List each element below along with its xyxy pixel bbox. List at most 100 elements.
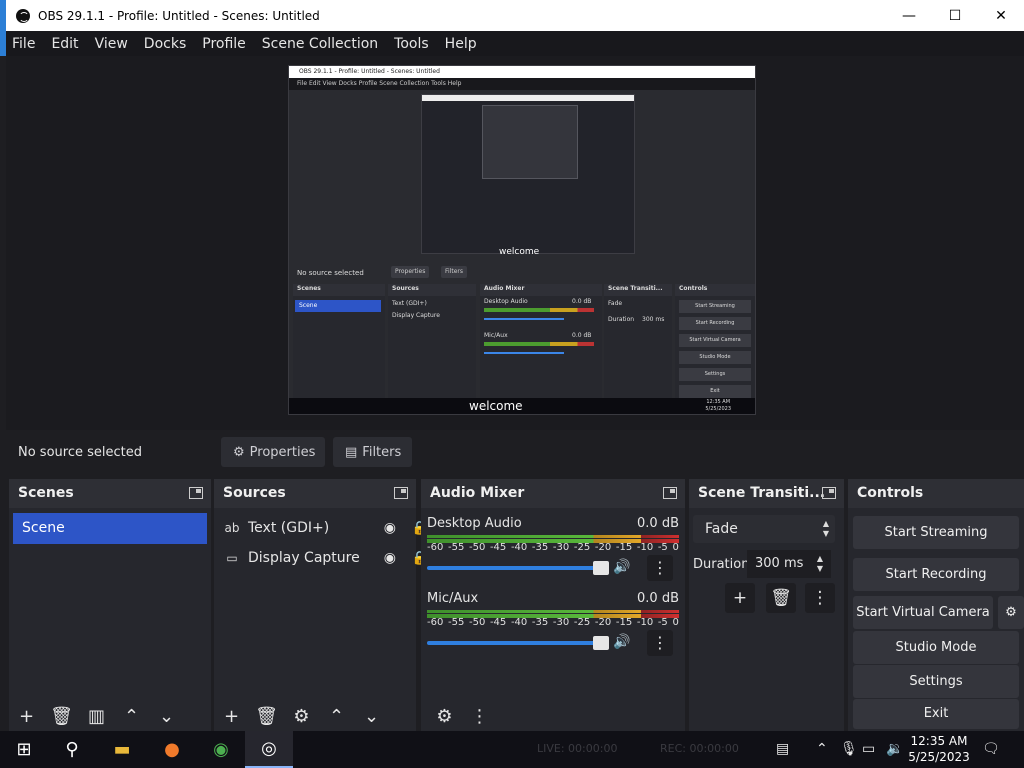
search-icon[interactable]: ⚲ — [48, 731, 96, 768]
move-up-button[interactable]: ⌃ — [319, 701, 354, 731]
scene-transitions-dock: Scene Transiti... Fade ▲ ▼ Duration 300 m… — [689, 479, 844, 731]
exit-button[interactable]: Exit — [853, 699, 1019, 729]
start-recording-button[interactable]: Start Recording — [853, 558, 1019, 591]
start-streaming-button[interactable]: Start Streaming — [853, 516, 1019, 549]
close-button[interactable]: ✕ — [978, 0, 1024, 31]
transition-select[interactable]: Fade ▲ ▼ — [693, 515, 835, 543]
remove-scene-button[interactable]: 🗑 — [44, 701, 79, 731]
maximize-button[interactable]: ☐ — [932, 0, 978, 31]
scene-item[interactable]: Scene — [13, 513, 207, 544]
start-virtual-camera-button[interactable]: Start Virtual Camera — [853, 596, 993, 629]
nested-transitions-panel: Scene Transiti... Fade Duration 300 ms — [604, 284, 672, 398]
advanced-audio-button[interactable]: ⚙ — [427, 701, 462, 731]
undock-icon[interactable] — [663, 487, 677, 499]
notification-icon[interactable]: 🗨 — [982, 741, 1000, 757]
system-clock[interactable]: 12:35 AM 5/25/2023 — [904, 733, 974, 765]
menu-edit[interactable]: Edit — [51, 36, 78, 52]
speaker-icon[interactable]: 🔊 — [613, 559, 630, 575]
sources-dock: Sources ab Text (GDI+) ◉ 🔒 ▭ Display Cap… — [214, 479, 429, 731]
nested-welcome-text: welcome — [499, 247, 540, 257]
channel-db: 0.0 dB — [637, 516, 679, 531]
source-toolbar — [6, 430, 1024, 476]
scenes-toolbar: + 🗑 ▥ ⌃ ⌄ — [9, 701, 211, 731]
minimize-button[interactable]: — — [886, 0, 932, 31]
firefox-icon[interactable]: ● — [148, 731, 196, 768]
controls-dock: Controls Start Streaming Start Recording… — [848, 479, 1024, 731]
properties-button[interactable]: ⚙ Properties — [221, 437, 325, 467]
menu-tools[interactable]: Tools — [394, 36, 429, 52]
speaker-icon[interactable]: 🔊 — [613, 634, 630, 650]
chrome-icon[interactable]: ◉ — [197, 731, 245, 768]
undock-icon[interactable] — [394, 487, 408, 499]
filter-icon: ▤ — [345, 444, 358, 460]
sources-title: Sources — [214, 479, 416, 508]
move-down-button[interactable]: ⌄ — [149, 701, 184, 731]
source-status: No source selected — [18, 445, 142, 460]
undock-icon[interactable] — [822, 487, 836, 499]
window-title: OBS 29.1.1 - Profile: Untitled - Scenes:… — [38, 8, 320, 23]
menu-profile[interactable]: Profile — [202, 36, 246, 52]
network-icon[interactable]: ▭ — [862, 741, 875, 757]
menu-view[interactable]: View — [95, 36, 128, 52]
settings-button[interactable]: Settings — [853, 665, 1019, 698]
nested-no-source: No source selected — [297, 269, 364, 277]
windows-start-icon[interactable]: ⊞ — [0, 731, 48, 768]
menu-scene-collection[interactable]: Scene Collection — [262, 36, 378, 52]
stepper-icon[interactable]: ▲ ▼ — [817, 550, 823, 574]
title-bar: OBS 29.1.1 - Profile: Untitled - Scenes:… — [0, 0, 1024, 31]
menu-docks[interactable]: Docks — [144, 36, 186, 52]
file-explorer-icon[interactable]: ▬ — [98, 731, 146, 768]
volume-slider[interactable] — [427, 636, 609, 650]
source-item-text[interactable]: ab Text (GDI+) ◉ 🔒 — [224, 515, 429, 541]
volume-icon[interactable]: 🔉 — [886, 741, 903, 757]
nested-screen — [421, 94, 635, 254]
chevron-up-icon[interactable]: ⌃ — [816, 741, 828, 757]
channel-db: 0.0 dB — [637, 591, 679, 606]
audio-menu-button[interactable]: ⋮ — [462, 701, 497, 731]
preview-canvas[interactable]: OBS 29.1.1 - Profile: Untitled - Scenes:… — [288, 65, 756, 415]
transition-menu-button[interactable]: ⋮ — [805, 583, 835, 613]
add-transition-button[interactable]: + — [725, 583, 755, 613]
channel-menu-button[interactable]: ⋮ — [647, 630, 673, 656]
nested-title: OBS 29.1.1 - Profile: Untitled - Scenes:… — [289, 66, 755, 78]
nested-inner-screen — [482, 105, 578, 179]
duration-label: Duration — [693, 557, 750, 572]
scene-filters-button[interactable]: ▥ — [79, 701, 114, 731]
filters-button[interactable]: ▤ Filters — [333, 437, 412, 467]
channel-menu-button[interactable]: ⋮ — [647, 555, 673, 581]
add-source-button[interactable]: + — [214, 701, 249, 731]
volume-slider[interactable] — [427, 561, 609, 575]
move-down-button[interactable]: ⌄ — [354, 701, 389, 731]
nested-audio-panel: Audio Mixer Desktop Audio 0.0 dB Mic/Aux… — [480, 284, 602, 398]
meter-scale: -60 -55 -50 -45 -40 -35 -30 -25 -20 -15 -10 -5 0 — [427, 617, 679, 628]
chevron-updown-icon: ▲ ▼ — [822, 519, 829, 538]
remove-transition-button[interactable]: 🗑 — [766, 583, 796, 613]
source-properties-button[interactable]: ⚙ — [284, 701, 319, 731]
menu-file[interactable]: File — [12, 36, 35, 52]
windows-taskbar: ⊞ ⚲ ▬ ● ◉ ◎ LIVE: 00:00:00 REC: 00:00:00… — [0, 731, 1024, 768]
eye-icon[interactable]: ◉ — [384, 550, 396, 566]
audio-mixer-dock: Audio Mixer Desktop Audio 0.0 dB -60 -55-… — [421, 479, 685, 731]
obs-logo-icon — [16, 8, 30, 23]
virtual-camera-settings-icon[interactable]: ⚙ — [998, 596, 1024, 629]
slider-thumb[interactable] — [593, 561, 609, 575]
duration-input[interactable]: 300 ms ▲ ▼ — [747, 550, 831, 578]
eye-icon[interactable]: ◉ — [384, 520, 396, 536]
source-item-display-capture[interactable]: ▭ Display Capture ◉ 🔒 — [224, 545, 428, 571]
obs-taskbar-icon[interactable]: ◎ — [245, 731, 293, 768]
menu-bar: File Edit View Docks Profile Scene Colle… — [0, 31, 1024, 56]
slider-thumb[interactable] — [593, 636, 609, 650]
move-up-button[interactable]: ⌃ — [114, 701, 149, 731]
controls-title: Controls — [848, 479, 1024, 508]
studio-mode-button[interactable]: Studio Mode — [853, 631, 1019, 664]
nested-sources-panel: Sources Text (GDI+) Display Capture — [388, 284, 476, 398]
keyboard-icon[interactable]: ▤ — [776, 741, 789, 757]
undock-icon[interactable] — [189, 487, 203, 499]
nested-scenes-panel: Scenes Scene — [293, 284, 385, 398]
channel-name: Mic/Aux — [427, 591, 479, 606]
menu-help[interactable]: Help — [445, 36, 477, 52]
remove-source-button[interactable]: 🗑 — [249, 701, 284, 731]
sources-toolbar: + 🗑 ⚙ ⌃ ⌄ — [214, 701, 416, 731]
add-scene-button[interactable]: + — [9, 701, 44, 731]
microphone-icon[interactable]: 🎙 — [840, 741, 858, 757]
